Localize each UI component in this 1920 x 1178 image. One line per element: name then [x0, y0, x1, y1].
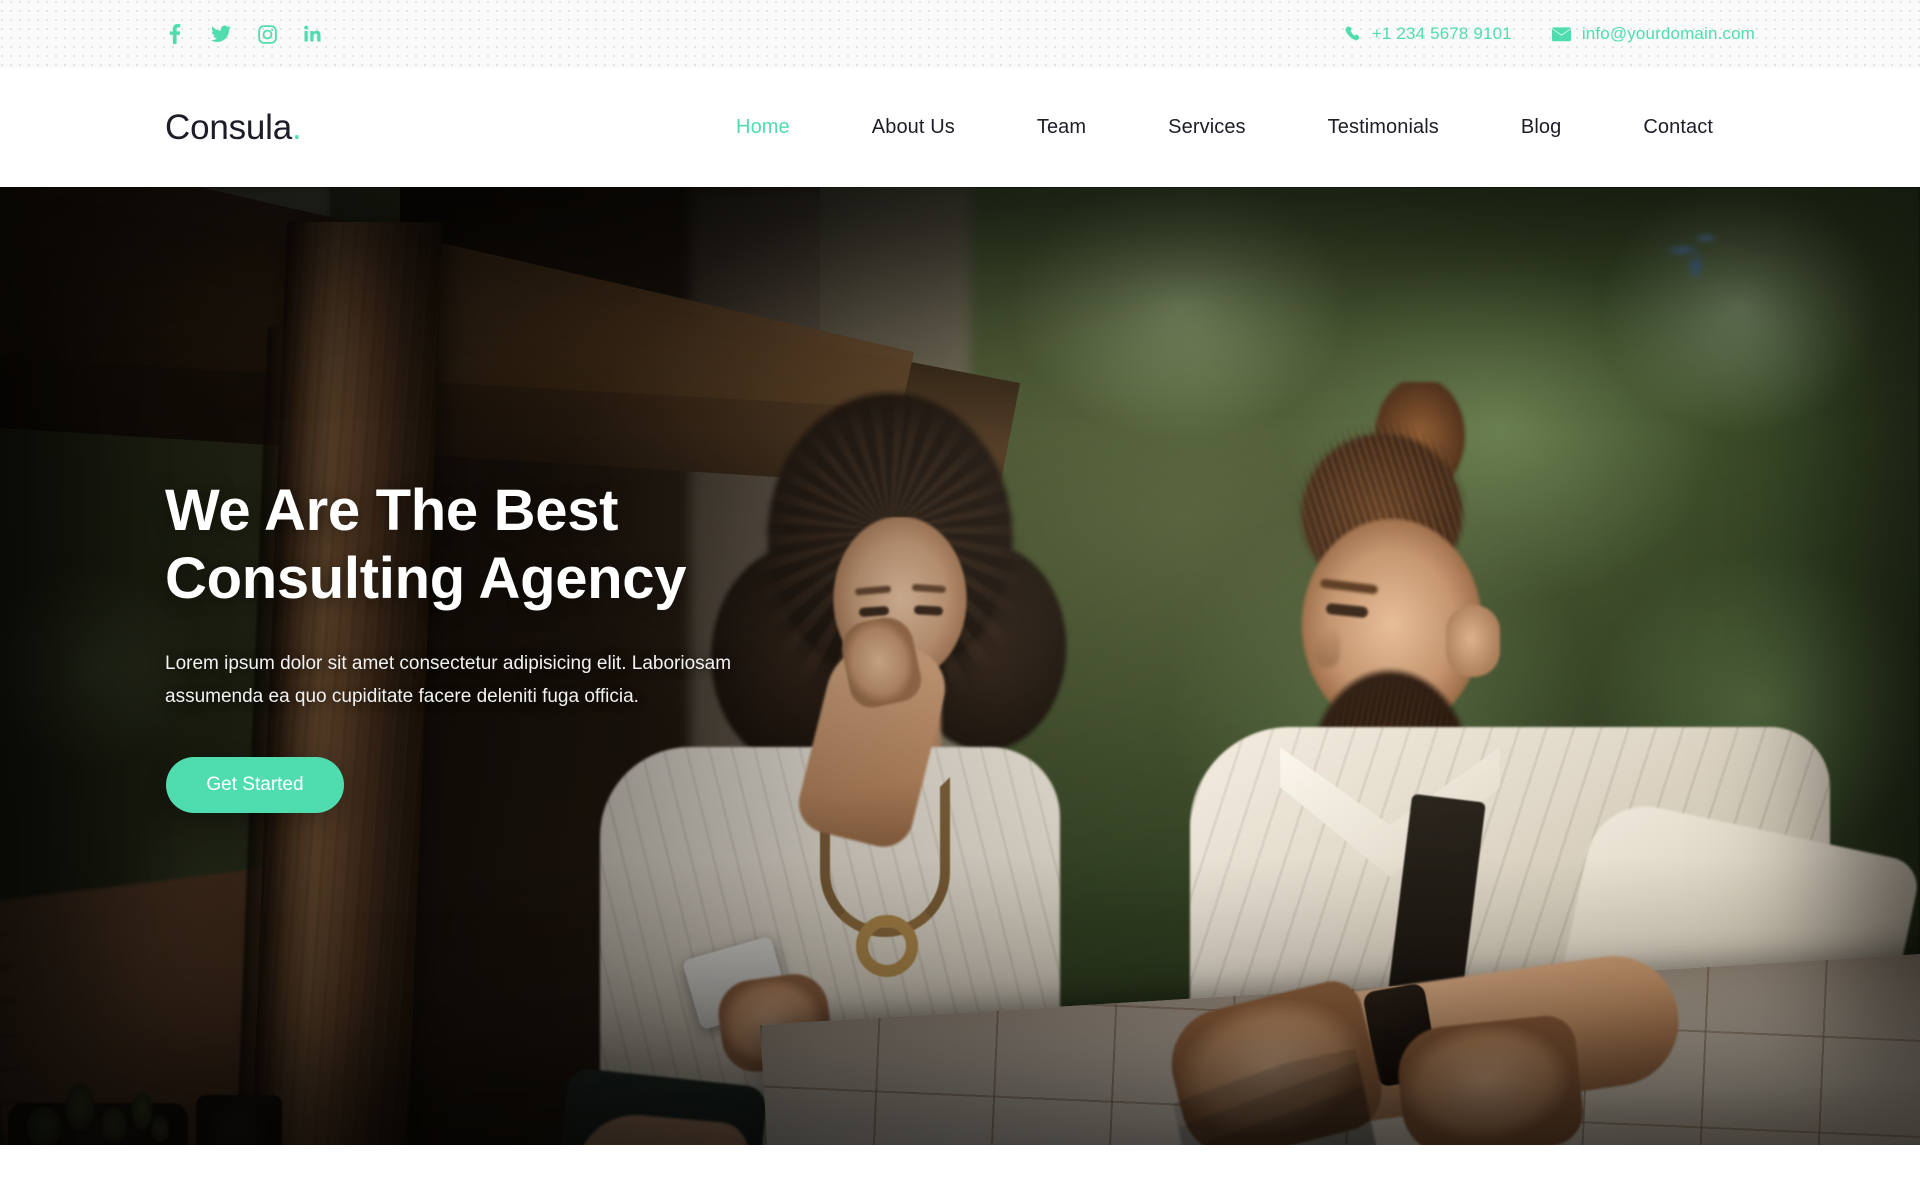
get-started-button[interactable]: Get Started [166, 757, 344, 813]
hero-inner: We Are The Best Consulting Agency Lorem i… [110, 187, 1810, 1145]
top-bar: +1 234 5678 9101 info@yourdomain.com [0, 0, 1920, 68]
nav-item-team[interactable]: Team [1037, 116, 1086, 139]
nav-item-home[interactable]: Home [736, 116, 790, 139]
logo-dot: . [292, 107, 302, 147]
phone-number: +1 234 5678 9101 [1371, 24, 1512, 43]
nav-item-contact[interactable]: Contact [1643, 116, 1713, 139]
hero-title-line-2: Consulting Agency [165, 545, 687, 611]
nav-item-about-us[interactable]: About Us [872, 116, 955, 139]
hero-section: We Are The Best Consulting Agency Lorem i… [0, 187, 1920, 1145]
nav-item-blog[interactable]: Blog [1521, 116, 1561, 139]
twitter-icon[interactable] [211, 24, 231, 44]
phone-link[interactable]: +1 234 5678 9101 [1345, 24, 1512, 44]
social-links [165, 24, 323, 44]
top-bar-inner: +1 234 5678 9101 info@yourdomain.com [110, 24, 1810, 44]
linkedin-icon[interactable] [303, 24, 323, 44]
hero-subtitle: Lorem ipsum dolor sit amet consectetur a… [165, 653, 732, 708]
contact-group: +1 234 5678 9101 info@yourdomain.com [1345, 24, 1755, 44]
hero-content: We Are The Best Consulting Agency Lorem i… [0, 187, 1920, 1145]
instagram-icon[interactable] [257, 24, 277, 44]
phone-icon [1345, 26, 1361, 42]
facebook-icon[interactable] [165, 24, 185, 44]
main-navigation: Home About Us Team Services Testimonials… [736, 116, 1755, 139]
email-address: info@yourdomain.com [1581, 24, 1755, 43]
site-logo[interactable]: Consula. [165, 108, 302, 148]
page-bottom-strip [0, 1145, 1920, 1178]
nav-item-services[interactable]: Services [1168, 116, 1246, 139]
envelope-icon [1551, 26, 1571, 42]
hero-title-line-1: We Are The Best [165, 478, 619, 543]
email-link[interactable]: info@yourdomain.com [1551, 24, 1755, 44]
site-header: Consula. Home About Us Team Services Tes… [0, 68, 1920, 187]
hero-title: We Are The Best Consulting Agency [165, 477, 925, 613]
header-inner: Consula. Home About Us Team Services Tes… [110, 108, 1810, 148]
nav-item-testimonials[interactable]: Testimonials [1328, 116, 1439, 139]
logo-text: Consula [165, 107, 293, 147]
